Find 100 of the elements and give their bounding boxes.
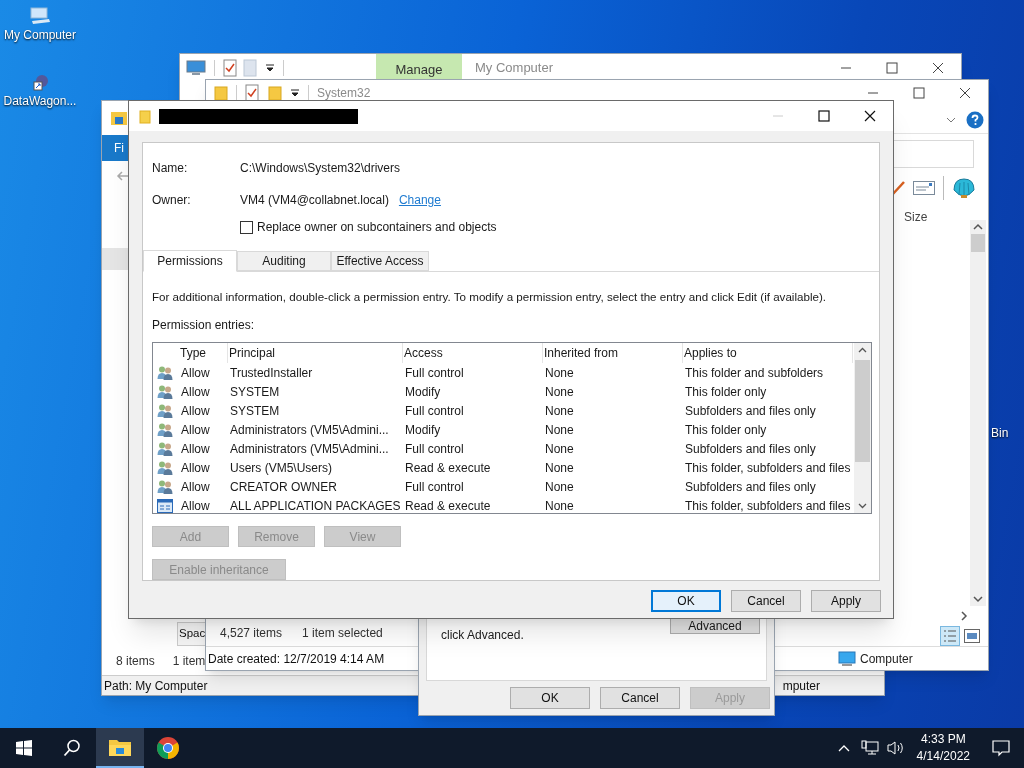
properties-icon[interactable] <box>223 59 237 77</box>
table-cell-text: Read & execute <box>404 497 492 514</box>
windows-start-icon[interactable] <box>16 740 32 756</box>
dropdown-icon[interactable] <box>290 88 300 98</box>
taskbar-button[interactable] <box>96 728 144 768</box>
table-cell-text: Subfolders and files only <box>684 440 817 458</box>
status-text: Computer <box>860 650 913 668</box>
close-icon[interactable] <box>959 87 971 99</box>
dialog-button[interactable]: Apply <box>811 590 881 612</box>
back-arrow-icon[interactable] <box>116 171 130 181</box>
table-cell-text: Allow <box>180 497 211 514</box>
field-value: VM4 (VM4@collabnet.local) <box>240 192 389 209</box>
chevron-down-icon[interactable] <box>946 115 956 124</box>
network-icon[interactable] <box>860 740 879 756</box>
dialog-button[interactable]: Cancel <box>731 590 801 612</box>
table-cell-text: SYSTEM <box>229 383 281 401</box>
users-icon <box>157 383 173 400</box>
scrollbar-thumb[interactable] <box>855 360 870 463</box>
table-cell-text: Full control <box>404 402 465 420</box>
table-cell-text: Allow <box>180 440 211 458</box>
column-header[interactable]: Access <box>403 343 543 364</box>
folder-icon[interactable] <box>214 85 228 101</box>
volume-icon[interactable] <box>886 740 905 756</box>
column-header[interactable]: Inherited from <box>543 343 683 364</box>
window-title: My Computer <box>475 59 554 78</box>
folder-icon[interactable] <box>268 85 282 101</box>
status-text: 1 item selected <box>302 625 383 642</box>
folder-icon <box>139 108 151 124</box>
monitor-icon[interactable] <box>186 59 206 77</box>
table-cell-text: Allow <box>180 421 211 439</box>
large-icons-view-icon[interactable] <box>964 629 980 643</box>
table-cell-text: None <box>544 440 575 458</box>
tab[interactable]: Auditing <box>237 251 331 271</box>
table-cell-text: Full control <box>404 478 465 496</box>
dialog-button[interactable]: OK <box>510 687 590 709</box>
column-header[interactable]: Type <box>179 343 228 364</box>
dropdown-icon[interactable] <box>265 63 275 73</box>
folder-icon[interactable] <box>110 109 128 127</box>
checkbox-label[interactable]: Replace owner on subcontainers and objects <box>257 218 497 236</box>
close-icon[interactable] <box>864 110 876 122</box>
users-icon <box>157 478 173 495</box>
envelope-icon[interactable] <box>913 181 935 195</box>
column-header[interactable]: Principal <box>228 343 403 364</box>
properties-icon[interactable] <box>245 84 259 102</box>
table-cell-text: None <box>544 421 575 439</box>
scroll-up-icon[interactable] <box>858 347 867 355</box>
section-label: Permission entries: <box>152 317 256 335</box>
chevron-up-icon[interactable] <box>837 744 850 752</box>
dialog-button[interactable]: OK <box>651 590 721 612</box>
table-cell-text: This folder only <box>684 383 768 401</box>
desktop-icon-label[interactable]: Bin <box>991 424 1009 442</box>
shell-icon[interactable] <box>952 177 976 199</box>
table-cell-text: Subfolders and files only <box>684 478 817 496</box>
table-cell-text: Administrators (VM5\Admini... <box>229 421 390 439</box>
maximize-icon[interactable] <box>818 110 830 122</box>
table-cell-text: Allow <box>180 383 211 401</box>
notifications-icon[interactable] <box>992 739 1010 757</box>
scroll-up-icon[interactable] <box>973 223 983 231</box>
status-text: mputer <box>782 677 820 695</box>
table-cell-text: Administrators (VM5\Admini... <box>229 440 390 458</box>
users-icon <box>157 440 173 457</box>
users-icon <box>157 421 173 438</box>
monitor-icon <box>838 650 856 667</box>
users-icon <box>157 402 173 419</box>
scroll-right-icon[interactable] <box>960 611 968 621</box>
close-icon[interactable] <box>932 62 944 74</box>
desktop-icon-label[interactable]: My Computer <box>4 26 76 44</box>
clock-time: 4:33 PM <box>920 731 966 748</box>
scroll-down-icon[interactable] <box>858 502 867 510</box>
desktop-icon-label[interactable]: DataWagon... <box>3 92 77 110</box>
table-cell-text: Allow <box>180 364 211 382</box>
edit-line-icon[interactable] <box>891 180 905 196</box>
browser-icon[interactable] <box>156 736 180 760</box>
table-cell-text: Subfolders and files only <box>684 402 817 420</box>
tab[interactable]: Effective Access <box>331 251 429 271</box>
table-cell-text: Full control <box>404 440 465 458</box>
column-header[interactable]: Applies to <box>683 343 853 364</box>
computer-icon[interactable] <box>29 6 51 26</box>
clock[interactable]: 4:33 PM 4/14/2022 <box>916 731 970 765</box>
space-button[interactable]: Spac <box>177 622 206 646</box>
scroll-down-icon[interactable] <box>973 595 983 603</box>
shortcut-icon[interactable] <box>31 74 49 92</box>
table-cell-text: Allow <box>180 402 211 420</box>
status-text: Date created: 12/7/2019 4:14 AM <box>207 650 385 668</box>
table-cell-text: None <box>544 364 575 382</box>
column-header[interactable]: Size <box>904 208 970 226</box>
search-icon[interactable] <box>63 739 81 757</box>
ribbon-tab[interactable]: Fi <box>114 139 124 157</box>
ribbon-context-tab[interactable]: Manage <box>376 54 462 82</box>
change-link[interactable]: Change <box>398 191 441 209</box>
tab[interactable]: Permissions <box>143 250 237 272</box>
help-icon[interactable] <box>966 110 984 129</box>
checkbox[interactable] <box>240 220 253 234</box>
scrollbar-thumb[interactable] <box>971 234 985 252</box>
dialog-button[interactable]: Cancel <box>600 687 680 709</box>
application-package-icon <box>157 497 173 514</box>
users-icon <box>157 364 173 381</box>
table-cell-text: Allow <box>180 478 211 496</box>
instruction-text: For additional information, double-click a permission entry. To modify a permission entry, select the entry and click Edit (if available). <box>152 289 828 305</box>
table-cell-text: Modify <box>404 383 442 401</box>
